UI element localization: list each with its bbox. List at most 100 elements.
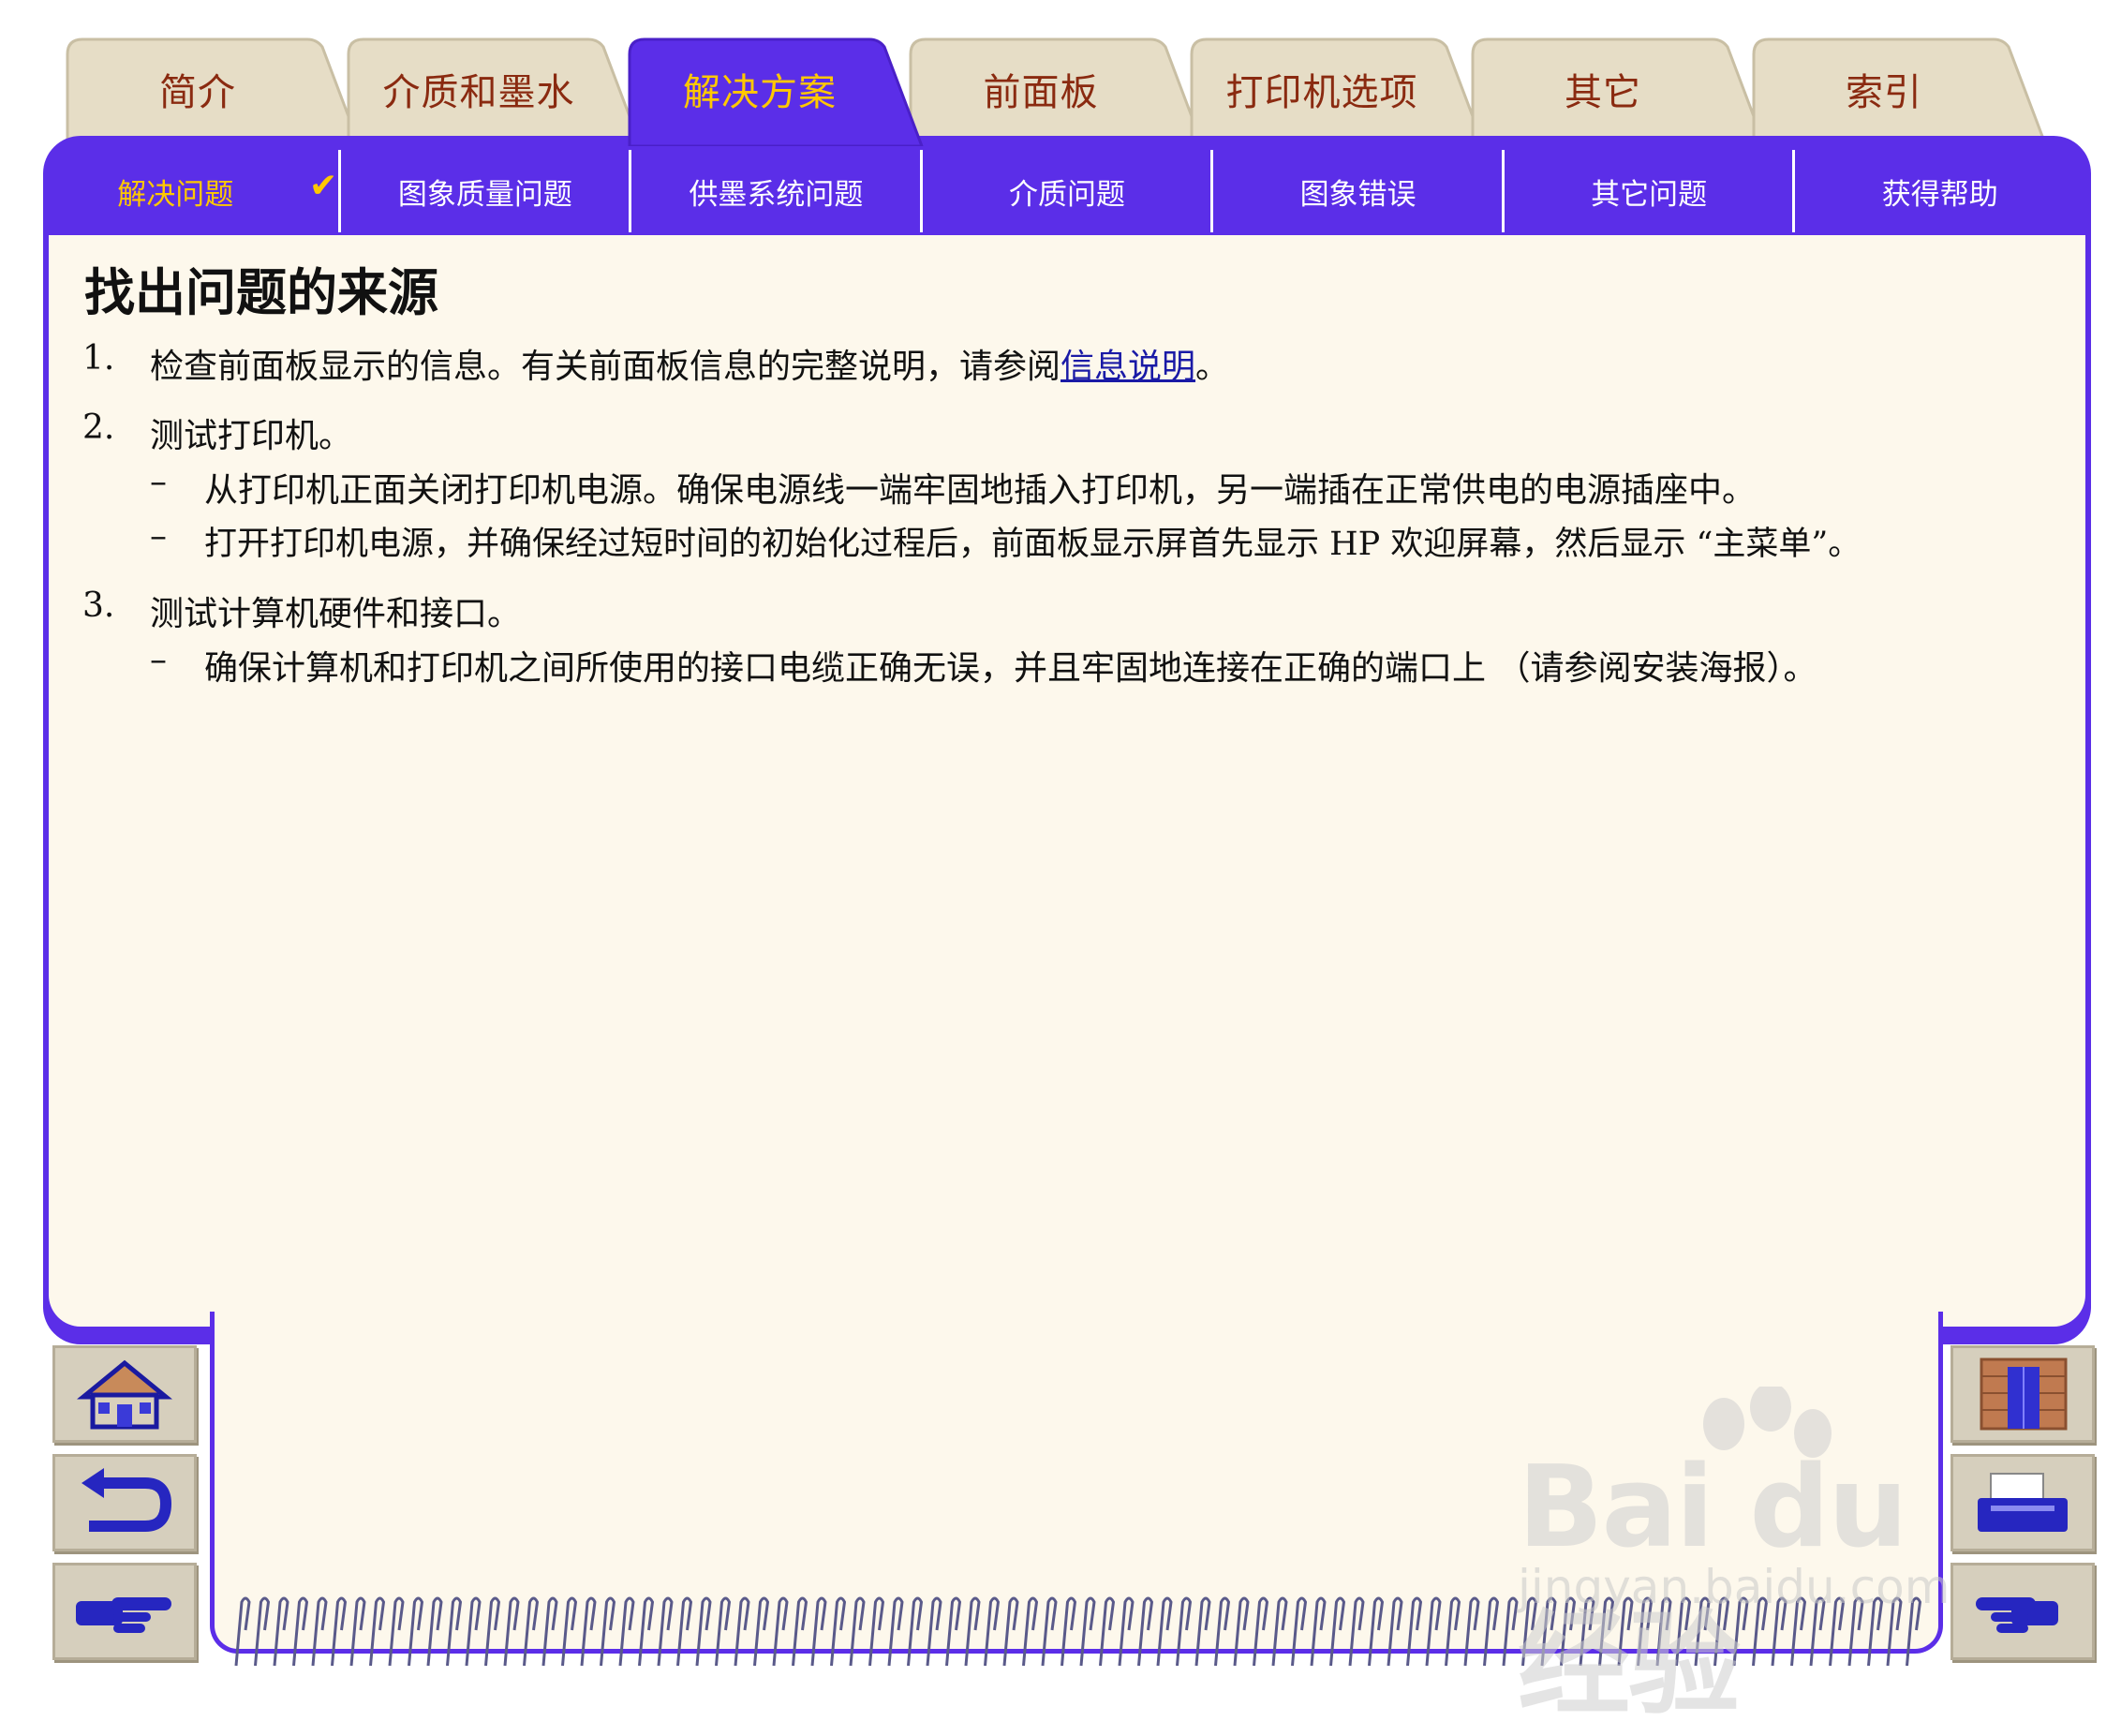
- spiral-ring: [1291, 1596, 1308, 1667]
- spiral-ring: [541, 1596, 558, 1667]
- tab-2[interactable]: 介质和墨水: [343, 34, 643, 146]
- spiral-ring: [580, 1596, 597, 1667]
- spiral-ring: [657, 1596, 674, 1667]
- current-section-check-icon: ✔: [309, 167, 338, 205]
- spiral-ring: [1099, 1596, 1116, 1667]
- spiral-ring: [1348, 1596, 1365, 1667]
- tab-label: 简介: [159, 71, 236, 114]
- back-button[interactable]: [52, 1454, 197, 1551]
- subnav-item-5[interactable]: 图象错误: [1212, 150, 1504, 232]
- spiral-ring: [1253, 1596, 1269, 1667]
- spiral-ring: [292, 1596, 309, 1667]
- spiral-ring: [1214, 1596, 1231, 1667]
- spiral-ring: [388, 1596, 405, 1667]
- spiral-ring: [907, 1596, 924, 1667]
- spiral-ring: [945, 1596, 962, 1667]
- home-button[interactable]: [52, 1345, 197, 1443]
- spiral-ring: [734, 1596, 750, 1667]
- spiral-ring: [1060, 1596, 1077, 1667]
- step-2-number: 2.: [82, 408, 115, 447]
- baidu-watermark: Bai du 经验 jingyan.baidu.com: [1499, 1387, 2024, 1730]
- tab-7[interactable]: 索引: [1748, 34, 2048, 146]
- spiral-ring: [1406, 1596, 1423, 1667]
- spiral-ring: [484, 1596, 501, 1667]
- tab-label: 解决方案: [683, 71, 837, 114]
- spiral-ring: [964, 1596, 981, 1667]
- spiral-ring: [1176, 1596, 1193, 1667]
- spiral-ring: [523, 1596, 540, 1667]
- tab-label: 前面板: [983, 71, 1099, 114]
- spiral-ring: [695, 1596, 712, 1667]
- step-3-bullet-1: 确保计算机和打印机之间所使用的接口电缆正确无误，并且牢固地连接在正确的端口上 （…: [204, 649, 1817, 688]
- tab-4[interactable]: 前面板: [905, 34, 1205, 146]
- forward-button[interactable]: [52, 1563, 197, 1660]
- spiral-ring: [369, 1596, 386, 1667]
- info-description-link[interactable]: 信息说明: [1060, 348, 1195, 386]
- spiral-ring: [676, 1596, 693, 1667]
- page-title: 找出问题的来源: [84, 263, 438, 322]
- forward-hand-icon: [76, 1597, 171, 1633]
- subnav-item-2[interactable]: 图象质量问题: [340, 150, 631, 232]
- step-2-text: 测试打印机。: [150, 417, 353, 455]
- subnav-separator: [629, 150, 632, 232]
- spiral-ring: [868, 1596, 885, 1667]
- spiral-ring: [254, 1596, 271, 1667]
- spiral-ring: [600, 1596, 616, 1667]
- spiral-ring: [1002, 1596, 1019, 1667]
- spiral-ring: [810, 1596, 827, 1667]
- spiral-ring: [772, 1596, 789, 1667]
- spiral-ring: [465, 1596, 482, 1667]
- spiral-ring: [926, 1596, 942, 1667]
- spiral-ring: [1022, 1596, 1039, 1667]
- spiral-ring: [618, 1596, 635, 1667]
- spiral-ring: [1483, 1596, 1500, 1667]
- spiral-ring: [792, 1596, 808, 1667]
- bullet-dash: –: [150, 641, 167, 679]
- spiral-ring: [234, 1596, 251, 1667]
- subnav-item-7[interactable]: 获得帮助: [1794, 150, 2085, 232]
- spiral-ring: [503, 1596, 520, 1667]
- spiral-ring: [273, 1596, 289, 1667]
- spiral-ring: [1118, 1596, 1135, 1667]
- spiral-ring: [753, 1596, 770, 1667]
- spiral-ring: [887, 1596, 904, 1667]
- spiral-ring: [1425, 1596, 1442, 1667]
- spiral-ring: [1368, 1596, 1385, 1667]
- bullet-dash: –: [150, 463, 167, 501]
- tab-1[interactable]: 简介: [62, 34, 362, 146]
- subnav-item-4[interactable]: 介质问题: [922, 150, 1213, 232]
- step-2-bullet-1: 从打印机正面关闭打印机电源。确保电源线一端牢固地插入打印机，另一端插在正常供电的…: [204, 471, 1757, 510]
- content-panel: [49, 235, 2085, 1327]
- subnav-separator: [337, 150, 341, 232]
- subnav-separator: [1792, 150, 1796, 232]
- spiral-ring: [830, 1596, 847, 1667]
- spiral-ring: [1329, 1596, 1346, 1667]
- tab-6[interactable]: 其它: [1467, 34, 1767, 146]
- tab-3[interactable]: 解决方案: [624, 34, 924, 146]
- step-1-number: 1.: [82, 339, 115, 378]
- tab-label: 介质和墨水: [382, 71, 575, 114]
- spiral-ring: [331, 1596, 348, 1667]
- subnav-item-3[interactable]: 供墨系统问题: [630, 150, 922, 232]
- spiral-ring: [408, 1596, 424, 1667]
- tab-label: 索引: [1846, 71, 1922, 114]
- step-1-text: 检查前面板显示的信息。有关前面板信息的完整说明，请参阅信息说明。: [150, 348, 1230, 386]
- spiral-ring: [311, 1596, 328, 1667]
- subnav-item-6[interactable]: 其它问题: [1504, 150, 1795, 232]
- spiral-ring: [1137, 1596, 1154, 1667]
- spiral-ring: [426, 1596, 443, 1667]
- spiral-ring: [446, 1596, 463, 1667]
- step-3-text: 测试计算机硬件和接口。: [150, 595, 522, 633]
- subnav-item-1[interactable]: 解决问题: [49, 150, 303, 232]
- bullet-dash: –: [150, 517, 167, 556]
- watermark-url: jingyan.baidu.com: [1518, 1560, 1950, 1614]
- home-icon: [76, 1359, 173, 1430]
- tab-5[interactable]: 打印机选项: [1186, 34, 1486, 146]
- subnav-separator: [1210, 150, 1214, 232]
- spiral-ring: [1233, 1596, 1250, 1667]
- spiral-ring: [849, 1596, 866, 1667]
- subnav-separator: [919, 150, 923, 232]
- step-2-bullet-2: 打开打印机电源，并确保经过短时间的初始化过程后，前面板显示屏首先显示 HP 欢迎…: [204, 526, 1861, 563]
- tab-label: 打印机选项: [1225, 71, 1418, 114]
- spiral-ring: [638, 1596, 655, 1667]
